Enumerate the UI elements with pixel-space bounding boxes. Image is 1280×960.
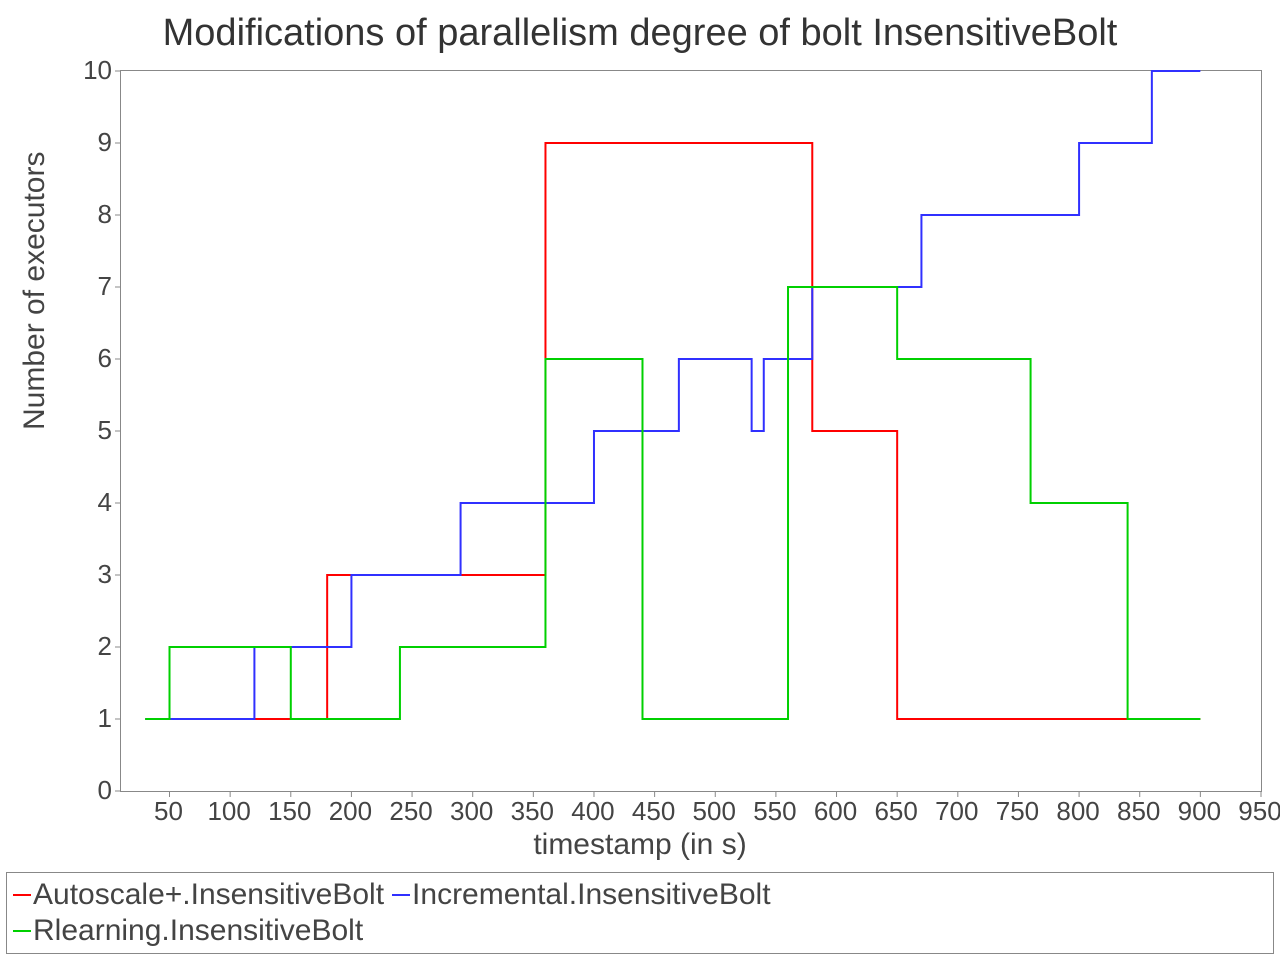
legend: Autoscale+.InsensitiveBolt Incremental.In… [6, 872, 1274, 954]
legend-row: Rlearning.InsensitiveBolt [13, 913, 1267, 949]
x-tick-label: 750 [992, 796, 1042, 827]
legend-swatch [392, 894, 410, 896]
x-tick-label: 450 [629, 796, 679, 827]
y-tick-label: 9 [72, 127, 112, 158]
x-tick-label: 900 [1174, 796, 1224, 827]
x-tick-label: 650 [871, 796, 921, 827]
legend-row: Autoscale+.InsensitiveBolt Incremental.In… [13, 877, 1267, 913]
x-tick-label: 300 [447, 796, 497, 827]
legend-label: Rlearning.InsensitiveBolt [33, 913, 363, 949]
x-tick-label: 200 [325, 796, 375, 827]
series-line [145, 71, 1200, 719]
y-tick-label: 8 [72, 199, 112, 230]
legend-swatch [13, 930, 31, 932]
legend-item: Autoscale+.InsensitiveBolt [13, 877, 384, 913]
x-axis-label: timestamp (in s) [0, 828, 1280, 862]
x-tick-label: 600 [811, 796, 861, 827]
x-tick-label: 350 [507, 796, 557, 827]
legend-label: Incremental.InsensitiveBolt [412, 877, 771, 913]
x-tick-label: 700 [932, 796, 982, 827]
x-tick-label: 50 [144, 796, 194, 827]
y-tick-label: 2 [72, 631, 112, 662]
x-tick-label: 250 [386, 796, 436, 827]
y-tick-label: 5 [72, 415, 112, 446]
legend-label: Autoscale+.InsensitiveBolt [33, 877, 384, 913]
x-tick-label: 500 [689, 796, 739, 827]
legend-item: Rlearning.InsensitiveBolt [13, 913, 363, 949]
plot-svg [121, 71, 1261, 791]
legend-swatch [13, 894, 31, 896]
series-line [145, 287, 1200, 719]
x-tick-label: 550 [750, 796, 800, 827]
y-tick-label: 3 [72, 559, 112, 590]
chart-title: Modifications of parallelism degree of b… [0, 12, 1280, 55]
x-tick-label: 850 [1114, 796, 1164, 827]
y-axis-label: Number of executors [18, 152, 52, 430]
x-tick-label: 800 [1053, 796, 1103, 827]
y-tick-label: 4 [72, 487, 112, 518]
legend-item: Incremental.InsensitiveBolt [392, 877, 771, 913]
x-tick-label: 100 [204, 796, 254, 827]
y-tick-label: 1 [72, 703, 112, 734]
y-tick-label: 7 [72, 271, 112, 302]
x-tick-label: 150 [265, 796, 315, 827]
y-tick-label: 10 [72, 55, 112, 86]
x-tick-label: 400 [568, 796, 618, 827]
x-tick-label: 950 [1235, 796, 1280, 827]
y-tick-label: 6 [72, 343, 112, 374]
y-tick-label: 0 [72, 775, 112, 806]
chart-container: Modifications of parallelism degree of b… [0, 0, 1280, 960]
plot-area [120, 70, 1262, 792]
